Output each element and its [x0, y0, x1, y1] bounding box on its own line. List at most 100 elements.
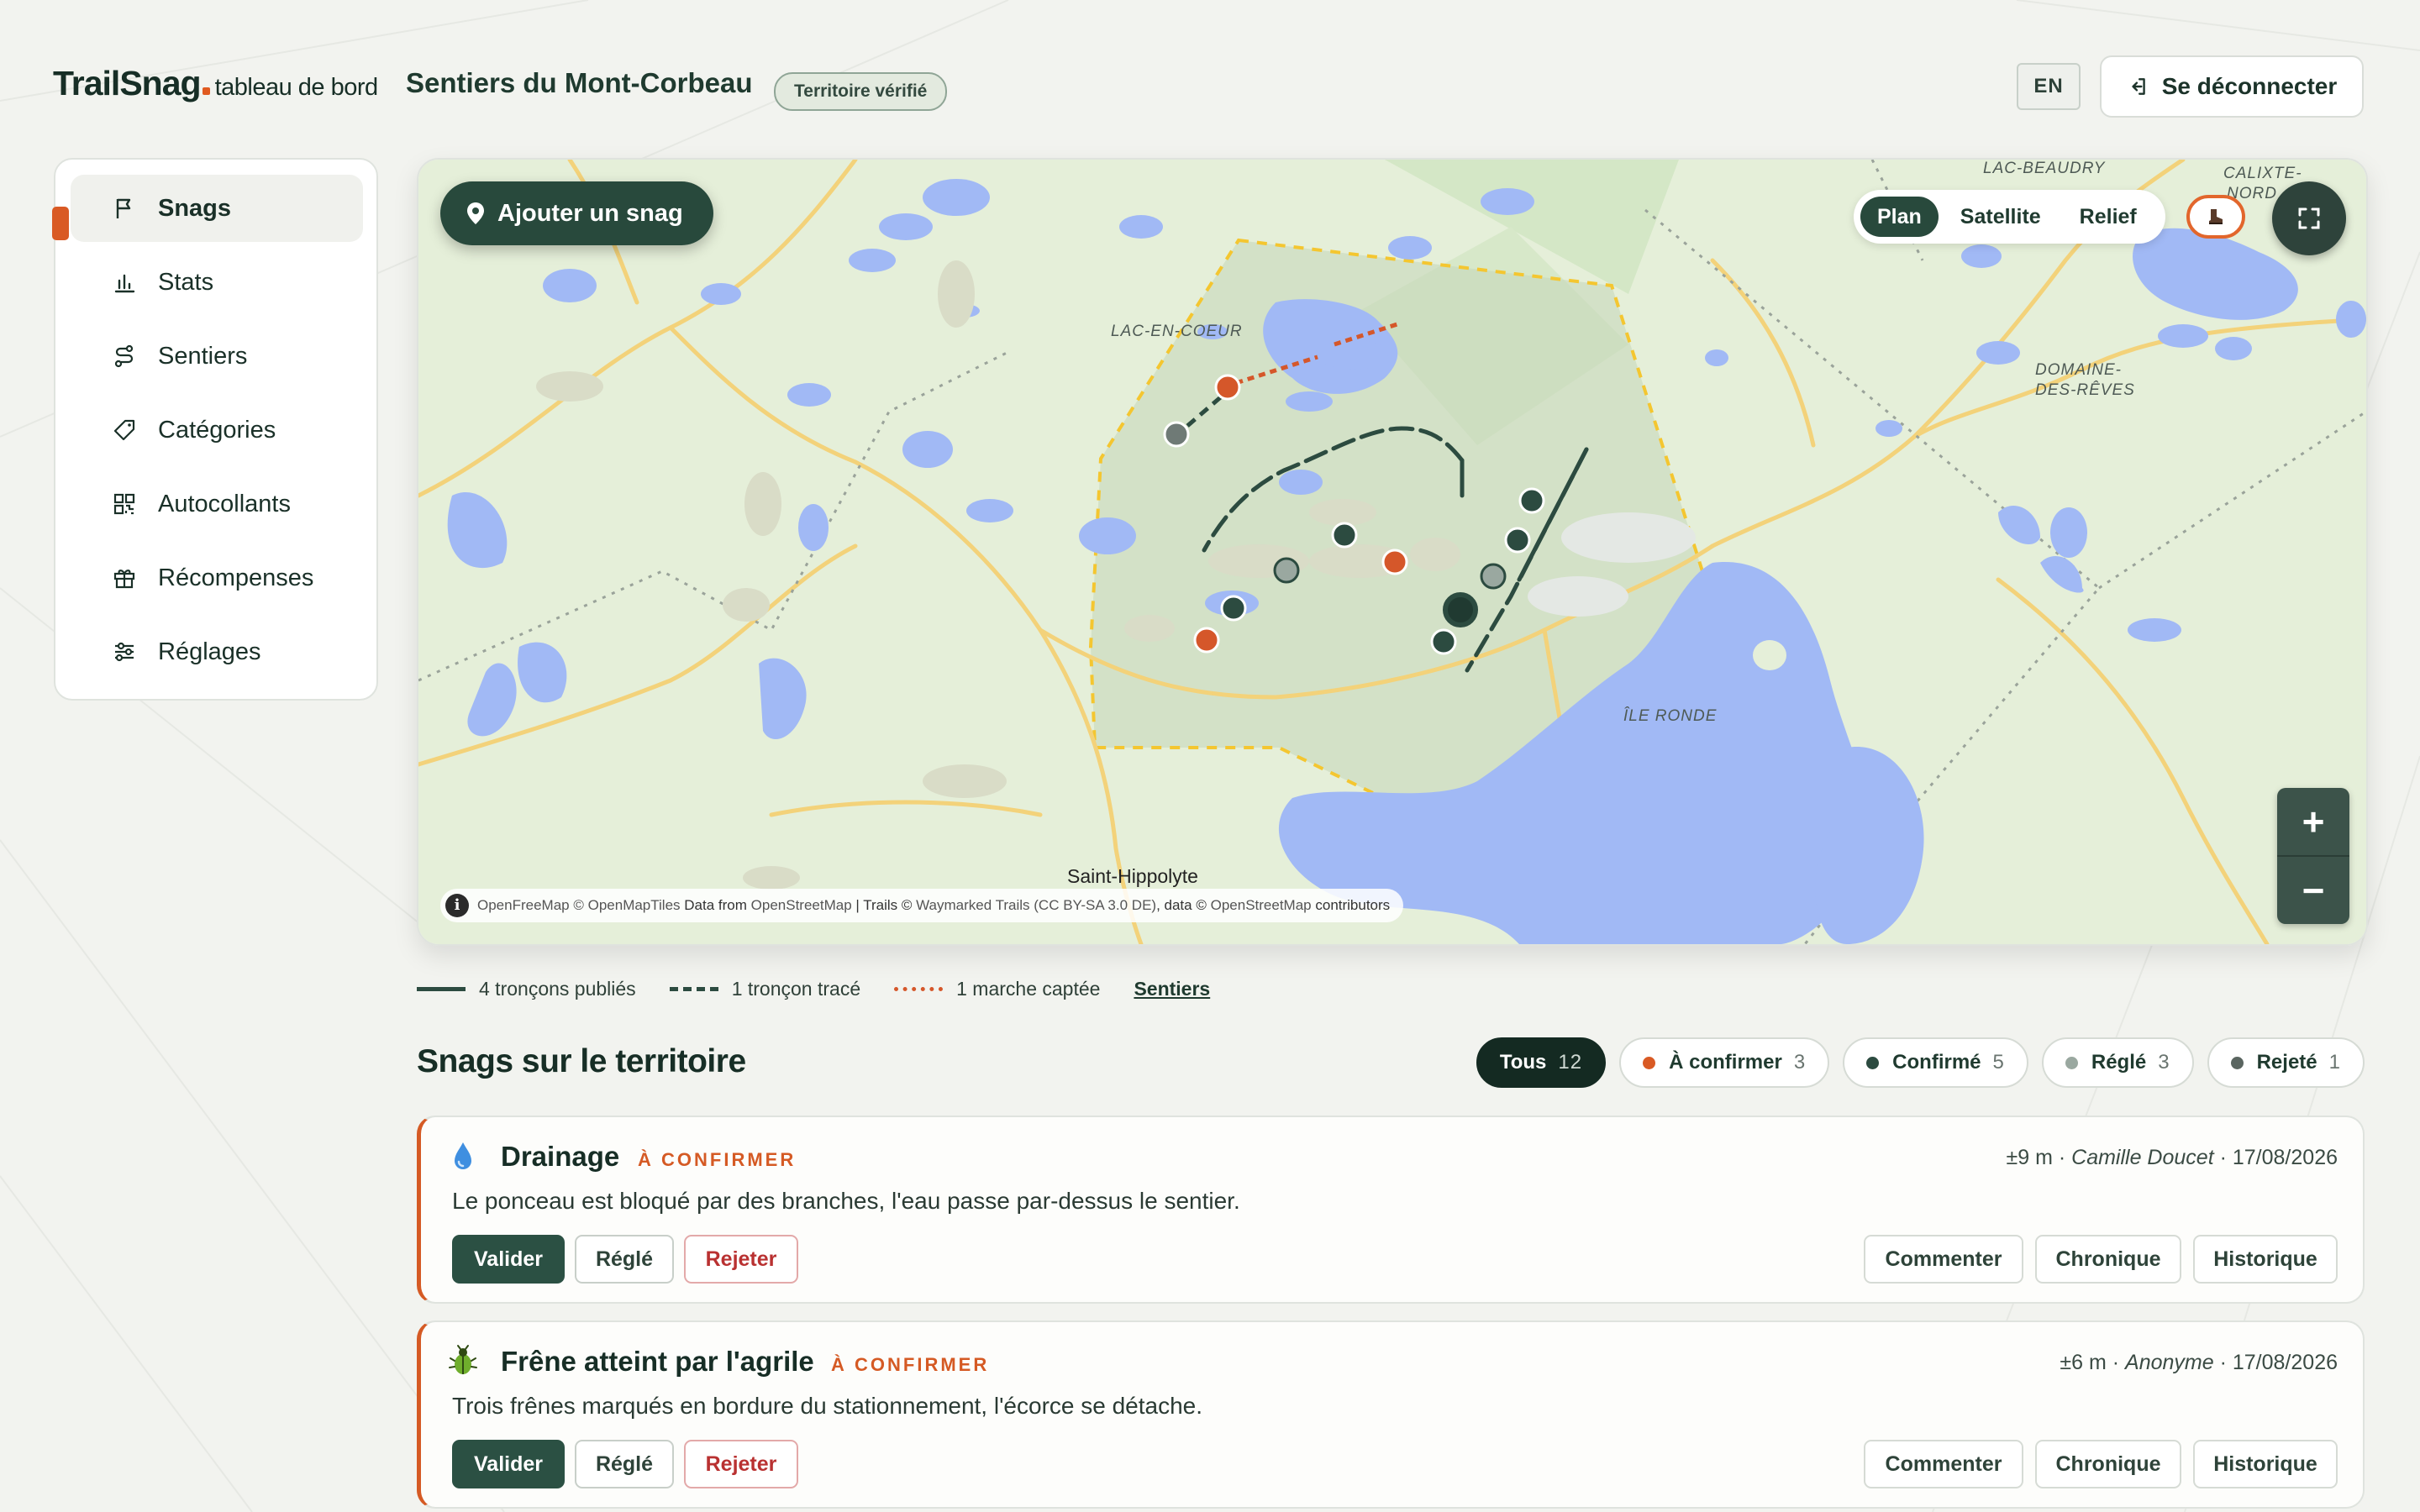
water-drop-icon [455, 1142, 471, 1169]
attribution-text: contributors [1315, 897, 1391, 913]
attribution-link[interactable]: OpenFreeMap [477, 897, 570, 913]
section-title: Snags sur le territoire [417, 1043, 746, 1079]
language-toggle-button[interactable]: EN [2017, 63, 2081, 110]
info-icon[interactable]: i [445, 894, 469, 917]
status-dot [2230, 1056, 2244, 1069]
filter-confirmed[interactable]: Confirmé 5 [1843, 1037, 2028, 1088]
comment-button[interactable]: Commenter [1864, 1440, 2023, 1488]
history-button[interactable]: Historique [2193, 1440, 2338, 1488]
snag-card[interactable]: Drainage À CONFIRMER ±9 m · Camille Douc… [417, 1116, 2365, 1304]
sidebar-item-label: Récompenses [158, 564, 314, 591]
map-label: DES-RÊVES [2035, 381, 2135, 399]
settled-button[interactable]: Réglé [575, 1235, 674, 1284]
legend-label: 1 marche captée [956, 978, 1101, 1000]
sidebar: Snags Stats Sentiers Catégories Autocoll… [52, 158, 378, 701]
filter-rejected[interactable]: Rejeté 1 [2207, 1037, 2365, 1088]
snag-date: 17/08/2026 [2232, 1146, 2338, 1169]
status-dot [2065, 1056, 2078, 1069]
brand-logo: TrailSnag [53, 64, 202, 102]
attribution-link[interactable]: Waymarked Trails (CC BY-SA 3.0 DE) [916, 897, 1156, 913]
snag-title: Frêne atteint par l'agrile [501, 1346, 814, 1377]
legend-dotted-swatch [894, 987, 944, 991]
snag-title: Drainage [501, 1141, 620, 1172]
sidebar-item-autocollants[interactable]: Autocollants [71, 470, 363, 538]
legend-dashed-swatch [669, 987, 718, 991]
gift-icon [113, 570, 135, 589]
active-indicator [52, 207, 69, 240]
map-label: LAC-EN-COEUR [1111, 323, 1243, 340]
comment-button[interactable]: Commenter [1864, 1235, 2023, 1284]
sidebar-item-recompenses[interactable]: Récompenses [71, 544, 363, 612]
legend-label: 4 tronçons publiés [479, 978, 636, 1000]
timeline-button[interactable]: Chronique [2035, 1235, 2181, 1284]
validate-button[interactable]: Valider [452, 1440, 565, 1488]
snag-status: À CONFIRMER [831, 1354, 990, 1375]
legend-captured: 1 marche captée [894, 978, 1100, 1000]
attribution-link[interactable]: OpenStreetMap [751, 897, 852, 913]
sidebar-item-label: Catégories [158, 416, 276, 444]
hike-mode-button[interactable] [2186, 195, 2245, 239]
settled-button[interactable]: Réglé [575, 1440, 674, 1488]
attribution-text: | Trails © [855, 897, 913, 913]
sidebar-item-label: Stats [158, 268, 214, 296]
filter-label: Rejeté [2256, 1051, 2317, 1074]
sidebar-item-label: Sentiers [158, 342, 248, 370]
filter-to-confirm[interactable]: À confirmer 3 [1619, 1037, 1830, 1088]
logout-button[interactable]: Se déconnecter [2100, 55, 2364, 118]
zoom-controls: + − [2277, 788, 2349, 924]
sidebar-item-snags[interactable]: Snags [52, 175, 363, 242]
sidebar-item-reglages[interactable]: Réglages [71, 618, 363, 685]
history-button[interactable]: Historique [2193, 1235, 2338, 1284]
snag-description: Le ponceau est bloqué par des branches, … [452, 1188, 1240, 1214]
snag-description: Trois frênes marqués en bordure du stati… [452, 1393, 1203, 1419]
filter-all[interactable]: Tous 12 [1476, 1037, 1607, 1088]
zoom-in-button[interactable]: + [2277, 788, 2349, 855]
attribution-link[interactable]: © OpenMapTiles [573, 897, 680, 913]
timeline-button[interactable]: Chronique [2035, 1440, 2181, 1488]
brand-dot [202, 87, 210, 95]
attribution-link[interactable]: OpenStreetMap [1211, 897, 1312, 913]
site-name: Sentiers du Mont-Corbeau [406, 67, 753, 98]
view-plan-button[interactable]: Plan [1860, 197, 1939, 237]
snag-meta: ±9 m · Camille Doucet · 17/08/2026 [2006, 1146, 2338, 1169]
filter-count: 5 [1992, 1051, 2005, 1074]
logout-label: Se déconnecter [2161, 73, 2338, 99]
sidebar-item-label: Autocollants [158, 490, 291, 517]
sidebar-item-stats[interactable]: Stats [71, 249, 363, 316]
filter-count: 3 [1793, 1051, 1807, 1074]
hiking-boot-icon [2209, 209, 2223, 224]
brand[interactable]: TrailSnag tableau de bord [53, 64, 378, 103]
view-relief-button[interactable]: Relief [2063, 197, 2154, 237]
sidebar-item-categories[interactable]: Catégories [71, 396, 363, 464]
validate-button[interactable]: Valider [452, 1235, 565, 1284]
map-view-switch: Plan Satellite Relief [1854, 190, 2165, 244]
filter-count: 12 [1558, 1051, 1583, 1074]
snag-date: 17/08/2026 [2232, 1351, 2338, 1374]
route-icon [114, 344, 134, 368]
map-attribution: i OpenFreeMap © OpenMapTiles Data from O… [440, 889, 1404, 922]
add-snag-button[interactable]: Ajouter un snag [440, 181, 713, 245]
map-legend: 4 tronçons publiés 1 tronçon tracé 1 mar… [417, 978, 1210, 1000]
snag-card[interactable]: Frêne atteint par l'agrile À CONFIRMER ±… [417, 1320, 2365, 1509]
sidebar-item-label: Réglages [158, 638, 261, 665]
filter-label: Tous [1499, 1051, 1547, 1074]
trails-link[interactable]: Sentiers [1134, 978, 1210, 1000]
territory-map[interactable]: LAC-BEAUDRY CALIXTE- NORD LAC-EN-COEUR D… [417, 158, 2368, 946]
legend-label: 1 tronçon tracé [731, 978, 861, 1000]
filter-settled[interactable]: Réglé 3 [2041, 1037, 2194, 1088]
sidebar-item-sentiers[interactable]: Sentiers [71, 323, 363, 390]
filter-count: 1 [2328, 1051, 2341, 1074]
view-satellite-button[interactable]: Satellite [1944, 197, 2058, 237]
beetle-icon [449, 1345, 477, 1374]
snag-author: Anonyme [2125, 1351, 2214, 1374]
filter-count: 3 [2158, 1051, 2170, 1074]
map-label: LAC-BEAUDRY [1983, 160, 2106, 177]
snag-precision: ±6 m [2060, 1351, 2107, 1374]
zoom-out-button[interactable]: − [2277, 855, 2349, 924]
reject-button[interactable]: Rejeter [684, 1235, 798, 1284]
sliders-icon [115, 642, 134, 662]
fullscreen-button[interactable] [2272, 181, 2346, 255]
map-label: CALIXTE- [2223, 165, 2302, 182]
map-canvas[interactable] [418, 160, 2366, 944]
reject-button[interactable]: Rejeter [684, 1440, 798, 1488]
